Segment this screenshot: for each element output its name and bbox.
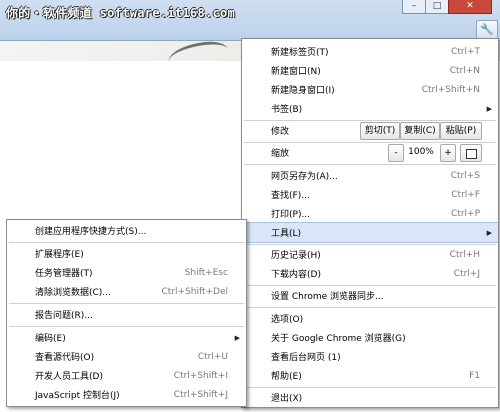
fullscreen-icon [466,149,477,159]
menu-item-label: 帮助(E) [271,372,302,382]
menu-separator [9,242,244,243]
menu-item-label: 网页另存为(A)... [271,172,338,182]
menu-item-report-issue[interactable]: 报告问题(R)... [7,305,246,324]
menu-item-label: 下载内容(D) [271,270,321,280]
menu-item-label: 新建隐身窗口(I) [271,86,335,96]
menu-item-tools[interactable]: 工具(L) ▶ [242,222,498,243]
menu-item-view-source[interactable]: 查看源代码(O) Ctrl+U [7,347,246,366]
menu-item-options[interactable]: 选项(O) [242,309,498,328]
menu-item-create-shortcut[interactable]: 创建应用程序快捷方式(S)... [7,221,246,240]
menu-item-shortcut: Ctrl+J [453,268,480,279]
menu-item-shortcut: Ctrl+Shift+N [421,84,480,95]
menu-item-shortcut: Ctrl+Shift+Del [161,286,228,297]
menu-item-shortcut: Ctrl+P [451,208,480,219]
menu-item-help[interactable]: 帮助(E) F1 [242,366,498,385]
menu-row-zoom: 缩放 - 100% + [242,143,498,162]
watermark: 你的・软件频道 software.it168.com [6,6,236,20]
zoom-level: 100% [408,147,434,157]
paste-button[interactable]: 粘贴(P) [440,122,482,140]
menu-item-shortcut: Ctrl+S [450,170,480,181]
menu-item-label: 书签(B) [271,105,303,115]
menu-item-new-tab[interactable]: 新建标签页(T) Ctrl+T [242,42,498,61]
menu-item-label: 清除浏览数据(C)... [35,288,111,298]
menu-item-label: 创建应用程序快捷方式(S)... [35,227,147,237]
menu-item-label: 扩展程序(E) [35,250,84,260]
menu-item-label: 打印(P)... [271,210,311,220]
menu-item-shortcut: Ctrl+U [197,351,228,362]
menu-item-label: 关于 Google Chrome 浏览器(G) [271,334,406,344]
menu-item-label: 新建窗口(N) [271,67,321,77]
fullscreen-button[interactable] [460,144,482,162]
menu-item-label: JavaScript 控制台(J) [35,391,120,401]
menu-item-shortcut: F1 [469,370,480,381]
menu-separator [9,303,244,304]
menu-item-shortcut: Ctrl+F [451,189,480,200]
wrench-icon: 🔧 [480,23,494,36]
menu-item-label: 选项(O) [271,315,304,325]
zoom-out-button[interactable]: - [388,144,404,162]
minimize-button[interactable]: – [402,0,426,14]
menu-item-bookmarks[interactable]: 书签(B) ▶ [242,99,498,118]
menu-item-exit[interactable]: 退出(X) [242,388,498,407]
submenu-arrow-icon: ▶ [486,104,492,113]
menu-item-label: 缩放 [271,149,290,159]
menu-item-label: 任务管理器(T) [35,269,93,279]
menu-item-shortcut: Ctrl+Shift+J [173,389,228,400]
menu-item-label: 查找(F)... [271,191,310,201]
menu-item-shortcut: Ctrl+N [449,65,480,76]
submenu-arrow-icon: ▶ [234,333,240,342]
close-button[interactable]: ✕ [448,0,492,14]
menu-item-find[interactable]: 查找(F)... Ctrl+F [242,185,498,204]
menu-separator [244,164,496,165]
menu-item-label: 工具(L) [271,229,302,239]
menu-item-label: 新建标签页(T) [271,48,329,58]
menu-item-label: 退出(X) [271,394,303,404]
menu-item-history[interactable]: 历史记录(H) Ctrl+H [242,245,498,264]
menu-item-shortcut: Ctrl+Shift+I [173,370,228,381]
maximize-button[interactable]: □ [425,0,449,14]
menu-item-new-window[interactable]: 新建窗口(N) Ctrl+N [242,61,498,80]
menu-item-label: 查看源代码(O) [35,353,95,363]
close-icon: ✕ [466,1,474,11]
menu-item-sync[interactable]: 设置 Chrome 浏览器同步... [242,286,498,305]
maximize-icon: □ [432,1,442,11]
menu-item-label: 设置 Chrome 浏览器同步... [271,292,384,302]
copy-button[interactable]: 复制(C) [400,122,440,140]
menu-item-label: 报告问题(R)... [35,311,93,321]
menu-item-label: 编码(E) [35,334,66,344]
menu-item-label: 修改 [271,127,290,137]
menu-item-downloads[interactable]: 下载内容(D) Ctrl+J [242,264,498,283]
menu-separator [244,307,496,308]
menu-item-clear-data[interactable]: 清除浏览数据(C)... Ctrl+Shift+Del [7,282,246,301]
wrench-menu-button[interactable]: 🔧 [476,20,498,40]
menu-item-new-incognito[interactable]: 新建隐身窗口(I) Ctrl+Shift+N [242,80,498,99]
menu-item-print[interactable]: 打印(P)... Ctrl+P [242,204,498,223]
cut-button[interactable]: 剪切(T) [360,122,400,140]
wrench-menu: 新建标签页(T) Ctrl+T 新建窗口(N) Ctrl+N 新建隐身窗口(I)… [241,38,499,408]
menu-item-label: 开发人员工具(D) [35,372,103,382]
minimize-icon: – [411,1,417,11]
menu-item-dev-tools[interactable]: 开发人员工具(D) Ctrl+Shift+I [7,366,246,385]
menu-separator [9,326,244,327]
tools-submenu: 创建应用程序快捷方式(S)... 扩展程序(E) 任务管理器(T) Shift+… [6,219,247,407]
submenu-arrow-icon: ▶ [486,228,492,237]
zoom-in-button[interactable]: + [440,144,456,162]
menu-item-save-as[interactable]: 网页另存为(A)... Ctrl+S [242,166,498,185]
menu-item-background-pages[interactable]: 查看后台网页 (1) [242,347,498,366]
menu-item-extensions[interactable]: 扩展程序(E) [7,244,246,263]
menu-item-label: 查看后台网页 (1) [271,353,341,363]
menu-item-shortcut: Ctrl+T [450,46,480,57]
menu-item-shortcut: Shift+Esc [184,267,228,278]
menu-item-js-console[interactable]: JavaScript 控制台(J) Ctrl+Shift+J [7,385,246,404]
menu-row-edit: 修改 剪切(T) 复制(C) 粘贴(P) [242,121,498,140]
menu-item-encoding[interactable]: 编码(E) ▶ [7,328,246,347]
menu-item-task-manager[interactable]: 任务管理器(T) Shift+Esc [7,263,246,282]
menu-item-label: 历史记录(H) [271,251,321,261]
menu-item-about[interactable]: 关于 Google Chrome 浏览器(G) [242,328,498,347]
menu-item-shortcut: Ctrl+H [449,249,480,260]
browser-toolbar: 你的・软件频道 software.it168.com – □ ✕ 🔧 [0,0,500,41]
